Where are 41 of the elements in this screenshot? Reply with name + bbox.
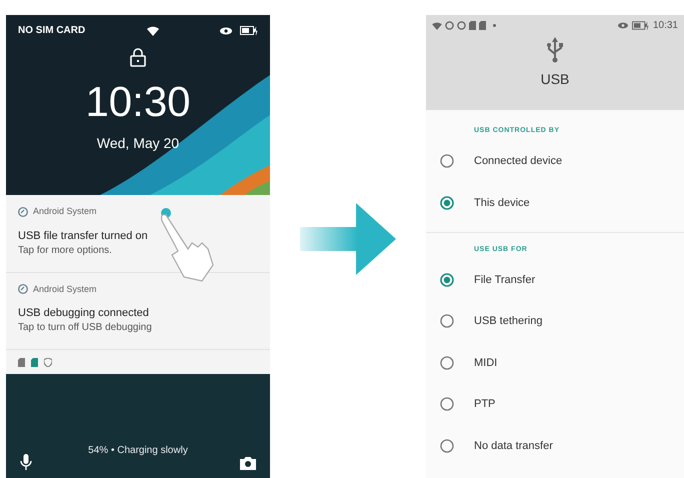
radio-option[interactable]: Connected device	[426, 140, 684, 182]
radio-button[interactable]	[440, 196, 454, 210]
radio-button[interactable]	[440, 438, 454, 453]
radio-option[interactable]: MIDI	[426, 342, 684, 384]
carrier-label: NO SIM CARD	[18, 24, 86, 38]
notification-title: USB file transfer turned on	[18, 228, 149, 244]
radio-option[interactable]: This device	[426, 182, 684, 224]
lock-icon	[130, 48, 146, 67]
usb-icon	[546, 37, 564, 63]
radio-option[interactable]: USB tethering	[426, 300, 684, 342]
notification-app-name: Android System	[33, 205, 97, 218]
date-label: Wed, May 20	[96, 134, 180, 153]
shield-icon	[44, 358, 52, 366]
battery-icon	[240, 26, 258, 35]
notification-app-name: Android System	[33, 282, 97, 296]
wifi-icon	[432, 22, 442, 30]
charging-status: 54% • Charging slowly	[88, 444, 188, 458]
android-system-icon	[18, 284, 28, 294]
radio-option[interactable]: No data transfer	[426, 425, 684, 466]
radio-button[interactable]	[440, 397, 454, 412]
screen-title: USB	[540, 70, 570, 89]
radio-button[interactable]	[440, 272, 454, 287]
clock-time: 10:30	[85, 81, 191, 123]
dot-icon	[493, 24, 496, 27]
eye-icon	[618, 22, 628, 29]
radio-button[interactable]	[440, 314, 454, 328]
radio-button[interactable]	[440, 356, 454, 370]
battery-icon	[632, 21, 649, 30]
camera-icon[interactable]	[240, 456, 256, 470]
radio-button[interactable]	[440, 154, 454, 168]
notification-text: Tap for more options.	[18, 244, 113, 258]
eye-icon	[220, 26, 232, 34]
android-system-icon	[18, 206, 28, 217]
radio-option[interactable]: File Transfer	[426, 259, 684, 300]
radio-option[interactable]: PTP	[426, 384, 684, 425]
status-time: 10:31	[652, 19, 678, 33]
notification-title: USB debugging connected	[18, 306, 150, 321]
arrow-icon	[300, 203, 396, 275]
notification-text: Tap to turn off USB debugging	[18, 321, 153, 335]
wifi-icon	[146, 26, 159, 36]
microphone-icon[interactable]	[20, 454, 32, 470]
